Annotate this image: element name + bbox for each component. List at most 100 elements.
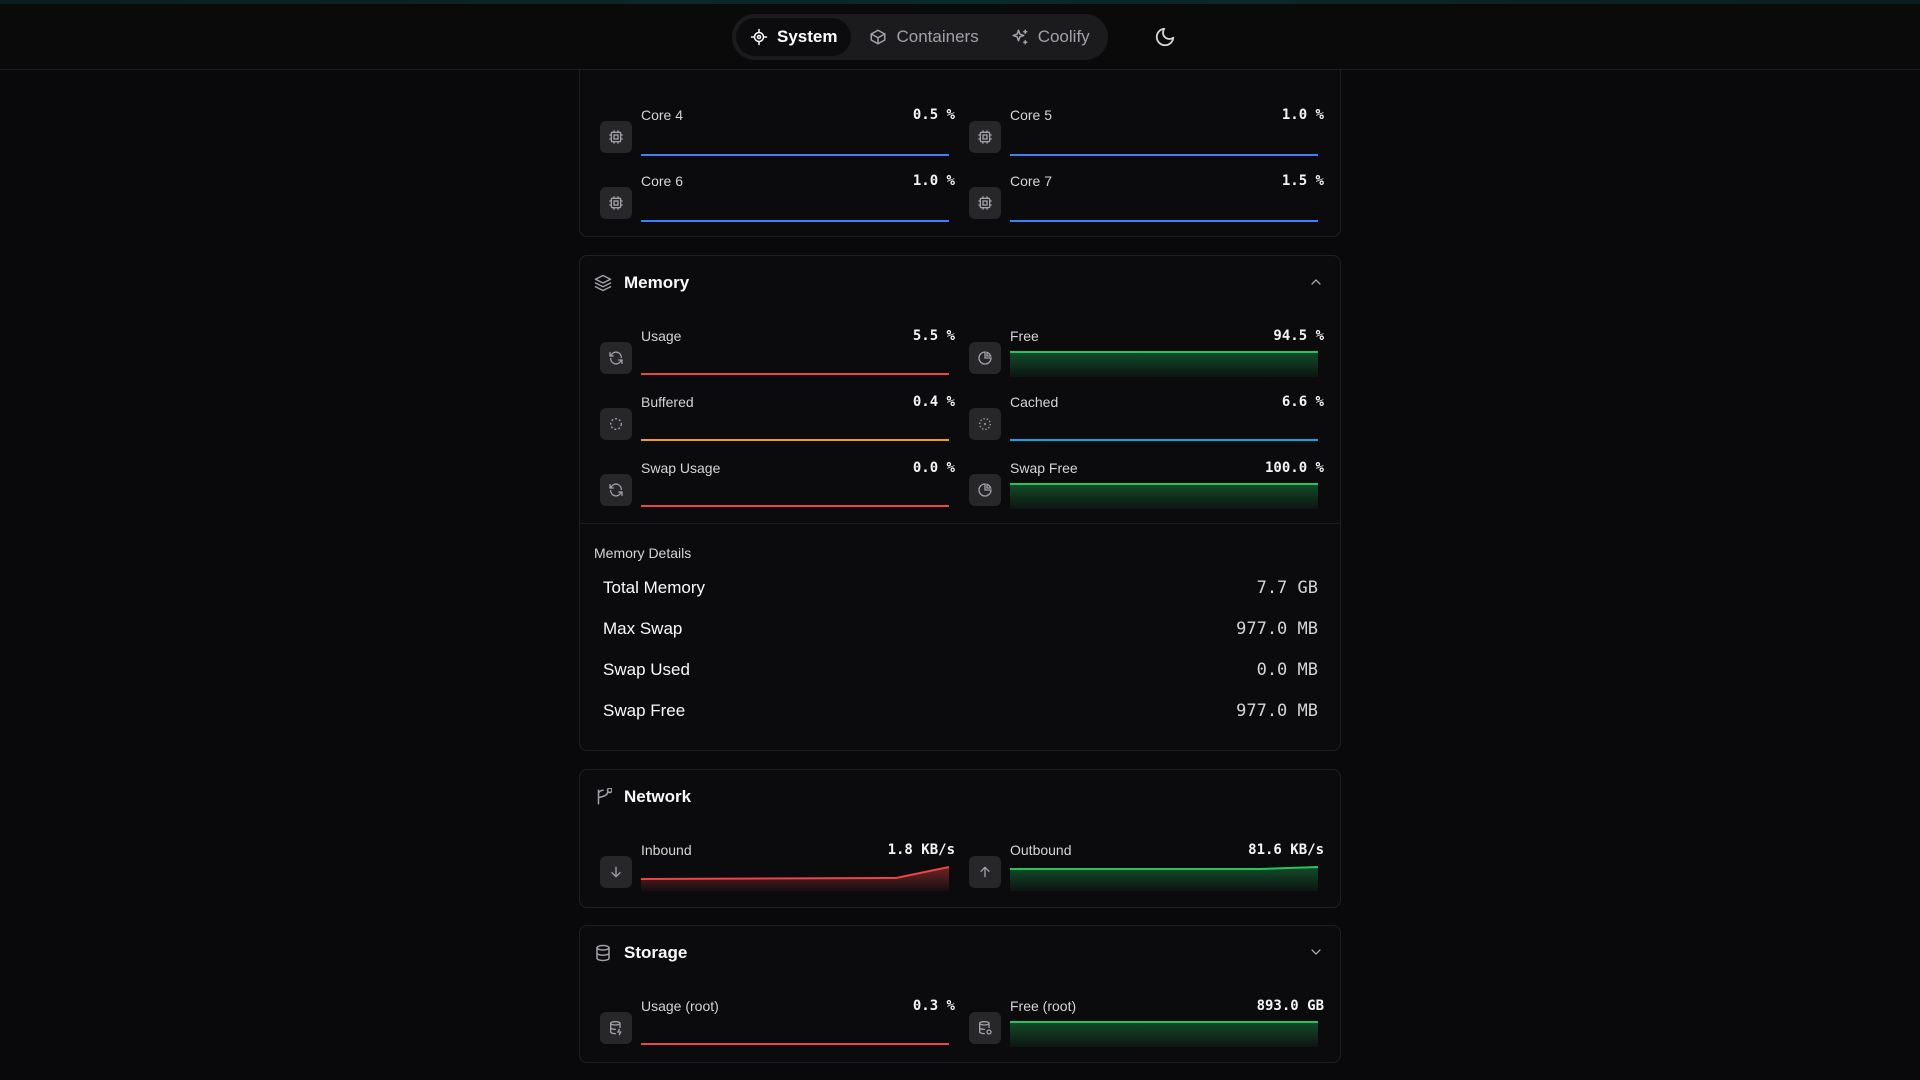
chevron-down-icon[interactable]	[1308, 944, 1324, 960]
detail-label: Total Memory	[603, 578, 706, 597]
metric-value: 893.0 GB	[1256, 998, 1324, 1014]
memory-card: Memory Usage 5.5 % Free 94.5 % Buffered …	[579, 255, 1341, 751]
metric-value: 0.5 %	[912, 107, 955, 123]
metric-label: Core 5	[1010, 107, 1053, 123]
network-icon	[597, 788, 612, 805]
memory-swap-free: Swap Free 100.0 %	[969, 460, 1324, 510]
storage-title: Storage	[624, 943, 688, 962]
moon-icon[interactable]	[1154, 26, 1176, 48]
metric-label: Swap Free	[1010, 460, 1078, 476]
metric-label: Free	[1010, 328, 1039, 344]
network-title: Network	[624, 787, 692, 806]
memory-free: Free 94.5 %	[969, 328, 1324, 378]
memory-cached-sparkline	[1010, 439, 1318, 441]
tab-containers[interactable]: Containers	[855, 18, 992, 56]
memory-cached: Cached 6.6 %	[969, 394, 1324, 444]
arrow-up-icon	[969, 856, 1001, 888]
layers-icon	[594, 274, 612, 292]
memory-swap-free-sparkline	[1010, 483, 1318, 509]
metric-value: 1.0 %	[912, 173, 955, 189]
metric-value: 1.0 %	[1281, 107, 1324, 123]
memory-usage-sparkline	[641, 373, 949, 375]
memory-swap-usage-sparkline	[641, 505, 949, 507]
sparkles-icon	[1012, 29, 1028, 45]
metric-label: Swap Usage	[641, 460, 721, 476]
detail-label: Swap Used	[603, 660, 690, 679]
loader-dots-icon	[969, 408, 1001, 440]
storage-free-sparkline	[1010, 1021, 1318, 1047]
tab-system-label: System	[777, 27, 838, 46]
main-nav: System Containers Coolify	[732, 14, 1108, 60]
detail-row: Total Memory 7.7 GB	[603, 578, 1318, 602]
metric-value: 1.8 KB/s	[887, 842, 955, 858]
storage-usage: Usage (root) 0.3 %	[600, 998, 955, 1048]
core-sparkline	[641, 220, 949, 222]
tab-coolify[interactable]: Coolify	[997, 18, 1104, 56]
metric-label: Core 6	[641, 173, 684, 189]
tab-coolify-label: Coolify	[1037, 27, 1090, 46]
core-sparkline	[1010, 220, 1318, 222]
metric-label: Inbound	[641, 842, 692, 858]
storage-card: Storage Usage (root) 0.3 % Free (root) 8…	[579, 925, 1341, 1063]
detail-label: Max Swap	[603, 619, 683, 638]
cpu-core-6: Core 6 1.0 %	[600, 173, 955, 223]
metric-value: 81.6 KB/s	[1248, 842, 1324, 858]
storage-card-header[interactable]: Storage	[594, 940, 687, 966]
core-sparkline	[641, 154, 949, 156]
metric-value: 0.4 %	[912, 394, 955, 410]
network-card: Network Inbound 1.8 KB/s Outbound 81.6 K…	[579, 769, 1341, 908]
metric-label: Usage (root)	[641, 998, 719, 1014]
database-free-icon	[969, 1012, 1001, 1044]
network-inbound-sparkline	[641, 866, 949, 891]
box-icon	[870, 29, 886, 45]
network-outbound: Outbound 81.6 KB/s	[969, 842, 1324, 892]
memory-usage: Usage 5.5 %	[600, 328, 955, 378]
memory-title: Memory	[624, 273, 690, 292]
memory-details-title: Memory Details	[594, 545, 692, 561]
loader-circle-icon	[600, 408, 632, 440]
memory-divider	[580, 523, 1340, 524]
cpu-core-4: Core 4 0.5 %	[600, 107, 955, 157]
cpu-chip-icon	[600, 121, 632, 153]
cpu-chip-icon	[600, 187, 632, 219]
cpu-chip-icon	[969, 121, 1001, 153]
metric-value: 0.3 %	[912, 998, 955, 1014]
chevron-up-icon[interactable]	[1308, 274, 1324, 290]
storage-usage-sparkline	[641, 1043, 949, 1045]
detail-label: Swap Free	[603, 701, 686, 720]
pie-chart-icon	[969, 342, 1001, 374]
metric-label: Cached	[1010, 394, 1059, 410]
metric-label: Outbound	[1010, 842, 1072, 858]
detail-value: 7.7 GB	[1256, 578, 1318, 598]
core-sparkline	[1010, 154, 1318, 156]
metric-value: 94.5 %	[1273, 328, 1324, 344]
metric-value: 5.5 %	[912, 328, 955, 344]
metric-label: Core 7	[1010, 173, 1053, 189]
tab-system[interactable]: System	[736, 18, 852, 56]
database-usage-icon	[600, 1012, 632, 1044]
network-inbound: Inbound 1.8 KB/s	[600, 842, 955, 892]
detail-row: Max Swap 977.0 MB	[603, 619, 1318, 643]
top-bar: System Containers Coolify	[0, 0, 1920, 70]
metric-label: Usage	[641, 328, 682, 344]
metric-value: 6.6 %	[1281, 394, 1324, 410]
detail-row: Swap Used 0.0 MB	[603, 660, 1318, 684]
detail-row: Swap Free 977.0 MB	[603, 701, 1318, 725]
pie-chart-icon	[969, 474, 1001, 506]
cpu-core-5: Core 5 1.0 %	[969, 107, 1324, 157]
cpu-chip-icon	[969, 187, 1001, 219]
database-icon	[596, 944, 610, 962]
metric-value: 1.5 %	[1281, 173, 1324, 189]
storage-free: Free (root) 893.0 GB	[969, 998, 1324, 1048]
network-outbound-sparkline	[1010, 866, 1318, 891]
network-card-header: Network	[594, 784, 691, 810]
metric-value: 100.0 %	[1264, 460, 1324, 476]
detail-value: 977.0 MB	[1236, 619, 1318, 639]
memory-buffered-sparkline	[641, 439, 949, 441]
metric-label: Free (root)	[1010, 998, 1077, 1014]
metric-label: Core 4	[641, 107, 684, 123]
memory-buffered: Buffered 0.4 %	[600, 394, 955, 444]
memory-card-header[interactable]: Memory	[594, 270, 689, 296]
detail-value: 0.0 MB	[1256, 660, 1318, 680]
refresh-icon	[600, 474, 632, 506]
